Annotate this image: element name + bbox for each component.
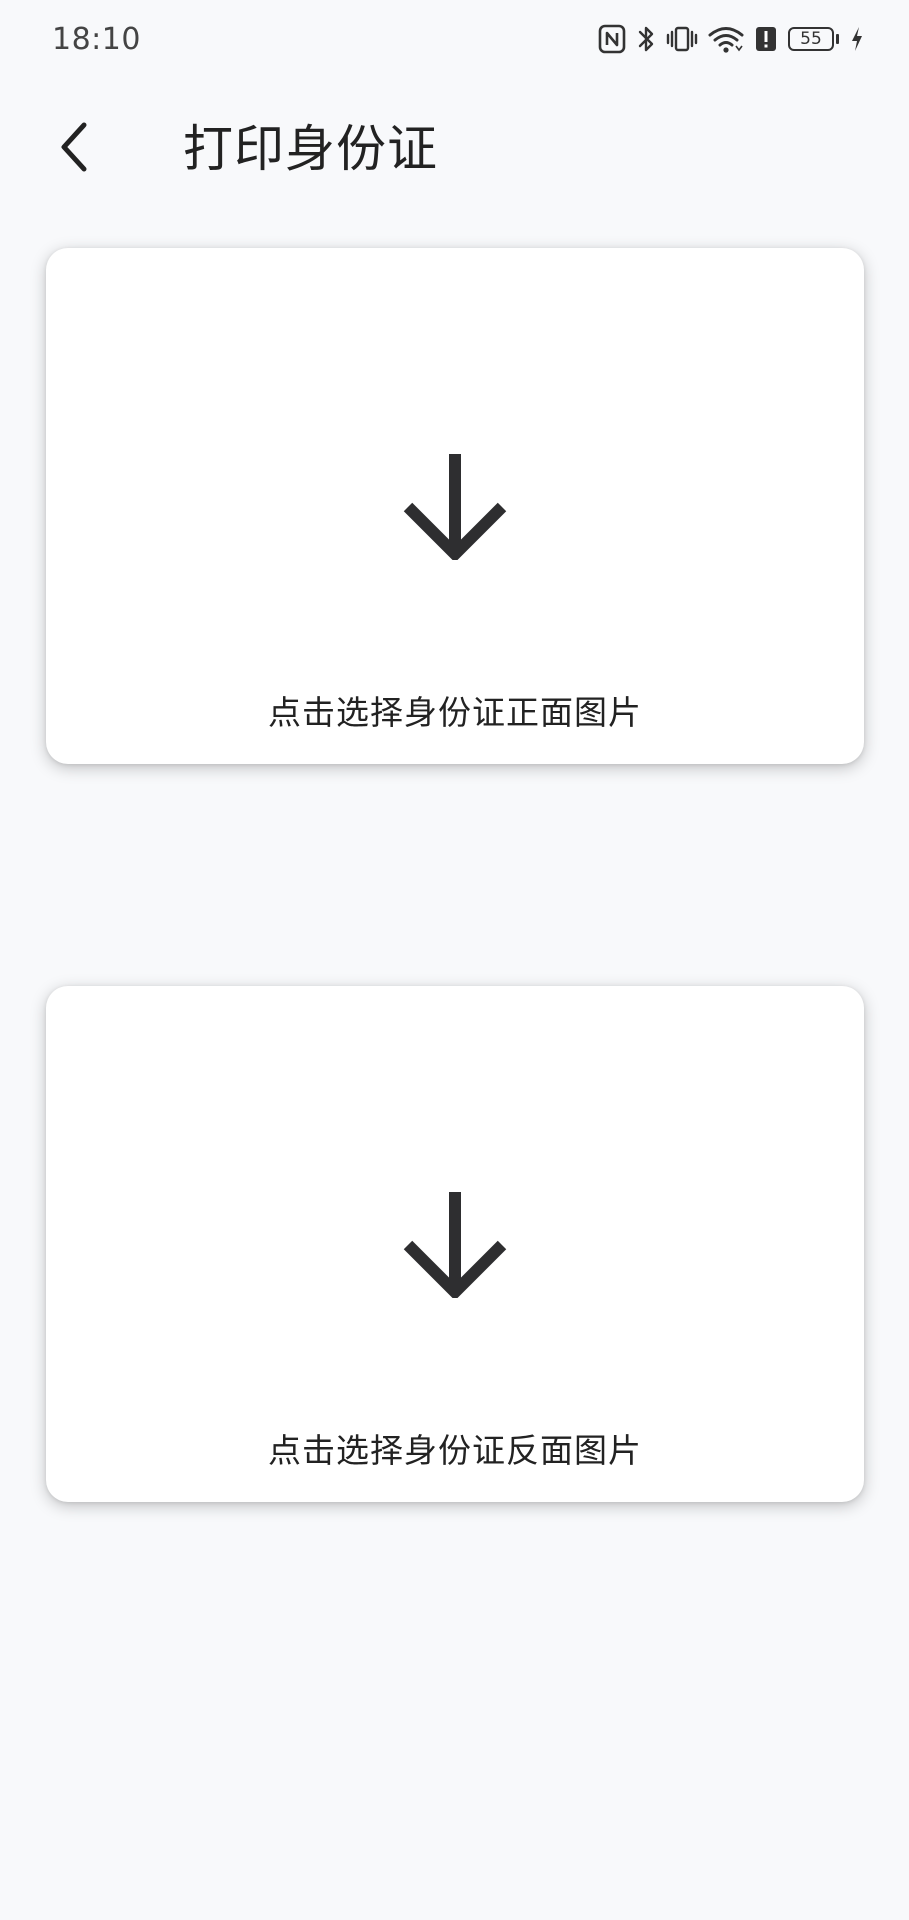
charging-icon xyxy=(849,24,865,54)
status-icons: 55 xyxy=(598,22,865,56)
status-time: 18:10 xyxy=(52,22,141,57)
chevron-left-icon xyxy=(54,119,94,179)
wifi-icon xyxy=(708,24,744,54)
page-title: 打印身份证 xyxy=(183,120,438,178)
back-card-label: 点击选择身份证反面图片 xyxy=(268,1431,642,1470)
alert-icon xyxy=(754,24,778,54)
battery-icon: 55 xyxy=(788,27,839,51)
screen: 18:10 55 打印身份证 点击选择身份证正面图片 点击选择身份证反面图片 xyxy=(0,0,909,1920)
bluetooth-icon xyxy=(636,24,656,54)
nfc-icon xyxy=(598,24,626,54)
battery-level: 55 xyxy=(788,27,834,51)
back-button[interactable] xyxy=(44,114,104,184)
select-front-image-card[interactable]: 点击选择身份证正面图片 xyxy=(46,248,864,764)
arrow-down-icon xyxy=(400,1188,510,1301)
arrow-down-icon xyxy=(400,450,510,563)
select-back-image-card[interactable]: 点击选择身份证反面图片 xyxy=(46,986,864,1502)
header: 打印身份证 xyxy=(0,100,909,200)
status-bar: 18:10 55 xyxy=(0,0,909,80)
front-card-label: 点击选择身份证正面图片 xyxy=(268,693,642,732)
vibrate-icon xyxy=(666,24,698,54)
